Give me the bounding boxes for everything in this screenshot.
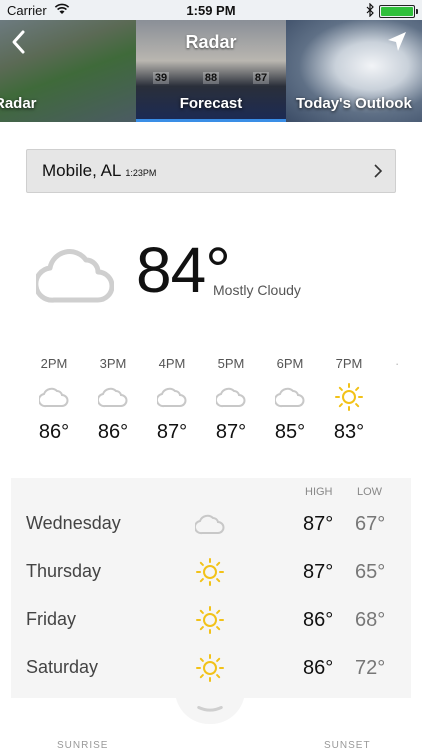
location-selector[interactable]: Mobile, AL 1:23PM bbox=[26, 149, 396, 193]
current-condition: Mostly Cloudy bbox=[213, 282, 301, 298]
sun-icon bbox=[196, 606, 224, 634]
status-time: 1:59 PM bbox=[186, 3, 236, 18]
cloud-icon bbox=[39, 387, 69, 408]
hourly-time: 6PM bbox=[276, 356, 304, 371]
hourly-temp: 85° bbox=[274, 421, 306, 443]
cloud-icon bbox=[98, 387, 128, 408]
hourly-temp: 83° bbox=[333, 421, 365, 443]
tab-forecast-label: Forecast bbox=[179, 95, 243, 112]
hourly-time: 5PM bbox=[217, 356, 245, 371]
daily-high: 86° bbox=[303, 657, 334, 679]
page-title: Radar bbox=[185, 32, 237, 52]
daily-row: Wednesday 87° 67° bbox=[11, 500, 411, 548]
daily-row: Saturday 86° 72° bbox=[11, 644, 411, 692]
hourly-time: 3PM bbox=[99, 356, 127, 371]
daily-high: 87° bbox=[303, 561, 334, 583]
bluetooth-icon bbox=[366, 3, 374, 17]
tab-todays-outlook-label: Today's Outlook bbox=[296, 95, 412, 112]
daily-day: Saturday bbox=[26, 657, 99, 677]
hourly-temp: 86° bbox=[97, 421, 129, 443]
hourly-item: 3PM 86° bbox=[85, 356, 141, 444]
sunrise-label: SUNRISE bbox=[57, 740, 109, 751]
daily-low-header: LOW bbox=[357, 486, 383, 498]
hourly-item: 2PM 86° bbox=[26, 356, 82, 444]
sun-icon bbox=[335, 383, 363, 411]
hourly-temp: 87° bbox=[215, 421, 247, 443]
daily-low: 67° bbox=[355, 513, 386, 535]
daily-low: 68° bbox=[355, 609, 386, 631]
daily-day: Thursday bbox=[26, 561, 102, 581]
hourly-temp: 87° bbox=[156, 421, 188, 443]
daily-row: Thursday 87° 65° bbox=[11, 548, 411, 596]
cloud-icon bbox=[157, 387, 187, 408]
navigation-bar: Radar bbox=[0, 20, 422, 66]
hourly-item: 4PM 87° bbox=[144, 356, 200, 444]
hourly-time: 4PM bbox=[158, 356, 186, 371]
daily-high: 87° bbox=[303, 513, 334, 535]
daily-low: 72° bbox=[355, 657, 386, 679]
hourly-temp: 86° bbox=[38, 421, 70, 443]
forecast-thumbnail-values: 39 88 87 bbox=[152, 72, 270, 84]
hourly-time: 7PM bbox=[335, 356, 363, 371]
daily-low: 65° bbox=[355, 561, 386, 583]
sun-icon bbox=[196, 654, 224, 682]
sunset-label: SUNSET bbox=[324, 740, 371, 751]
location-name-row: Mobile, AL 1:23PM bbox=[42, 161, 156, 181]
cloud-icon bbox=[275, 387, 305, 408]
hourly-time: 2PM bbox=[40, 356, 68, 371]
expand-handle[interactable] bbox=[175, 690, 245, 724]
location-city: Mobile, AL bbox=[42, 161, 122, 180]
sun-icon bbox=[196, 558, 224, 586]
cloud-icon bbox=[195, 514, 225, 535]
daily-day: Friday bbox=[26, 609, 77, 629]
chevron-down-icon bbox=[197, 706, 223, 712]
daily-high: 86° bbox=[303, 609, 334, 631]
tab-radar-label: Radar bbox=[0, 95, 37, 112]
hourly-item: 6PM 85° bbox=[262, 356, 318, 444]
daily-row: Friday 86° 68° bbox=[11, 596, 411, 644]
hourly-item: 5PM 87° bbox=[203, 356, 259, 444]
hourly-overflow-indicator: · bbox=[395, 356, 400, 371]
tab-selected-indicator bbox=[136, 119, 286, 122]
location-arrow-icon[interactable] bbox=[386, 30, 408, 54]
current-cloud-icon bbox=[36, 249, 114, 303]
chevron-right-icon bbox=[374, 164, 383, 178]
daily-day: Wednesday bbox=[26, 513, 121, 533]
daily-high-header: HIGH bbox=[305, 486, 333, 498]
daily-forecast-panel: HIGH LOW Wednesday 87° 67° Thursday 87° … bbox=[11, 478, 411, 698]
battery-icon bbox=[379, 5, 418, 18]
hourly-item: 7PM 83° bbox=[321, 356, 377, 444]
location-updated-time: 1:23PM bbox=[125, 168, 157, 178]
status-bar: Carrier 1:59 PM bbox=[0, 0, 422, 20]
cloud-icon bbox=[216, 387, 246, 408]
